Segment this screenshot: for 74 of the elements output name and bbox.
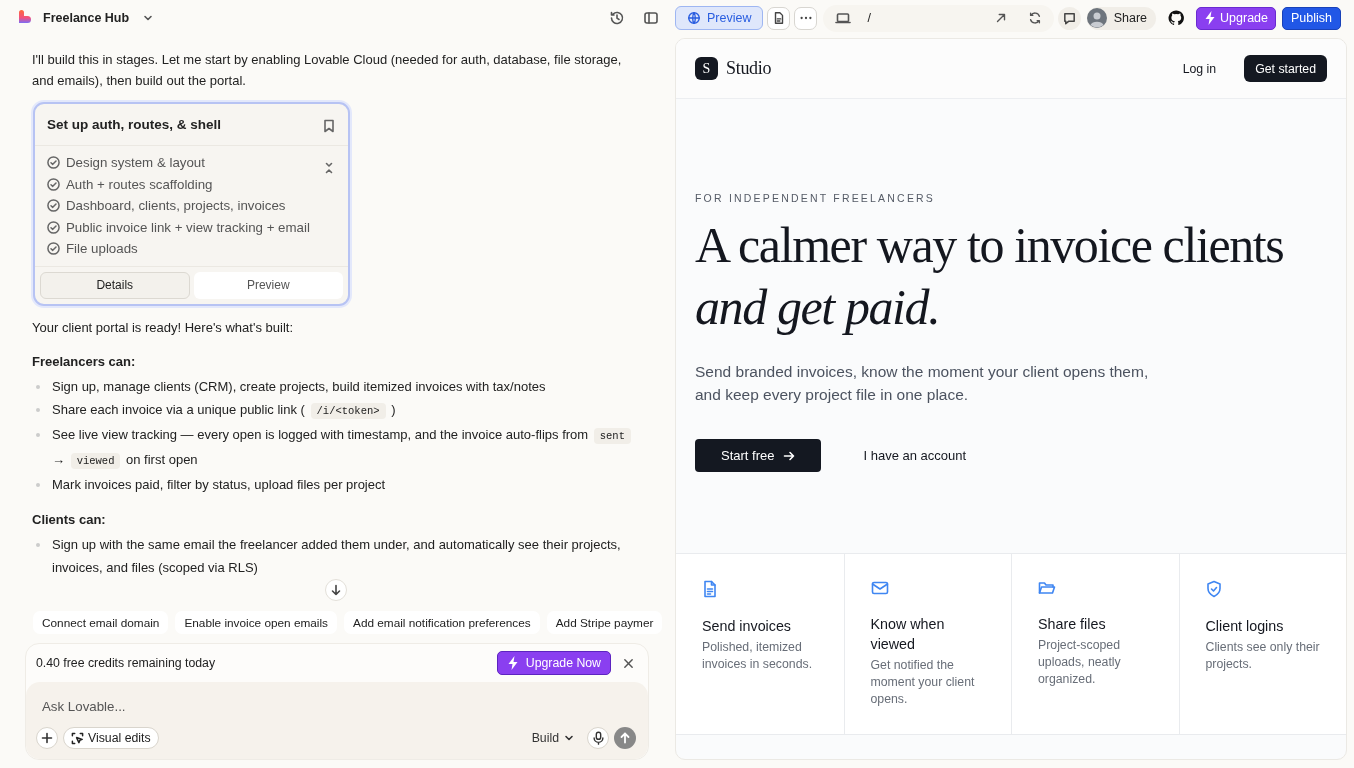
file-icon[interactable]	[767, 6, 791, 30]
feature-text: Clients see only their projects.	[1205, 639, 1320, 673]
bullet-text: Sign up with the same email the freelancer added them under, and automatically see their projects, invoices, and files (scoped via RLS)	[52, 535, 622, 577]
arrow-up-icon	[619, 732, 631, 744]
feature-title: Share files	[1038, 615, 1107, 634]
task-step: Auth + routes scaffolding	[66, 173, 213, 195]
url-path: /	[867, 11, 871, 25]
feature-text: Get notified the moment your client opens.	[870, 657, 976, 708]
scroll-down-button[interactable]	[325, 578, 347, 601]
task-step: Dashboard, clients, projects, invoices	[66, 195, 286, 217]
assistant-message: Your client portal is ready! Here's what's built:	[32, 318, 294, 337]
suggestion-chip[interactable]: Add email notification preferences	[344, 611, 540, 634]
upgrade-button[interactable]: Upgrade	[1196, 6, 1276, 30]
folder-icon	[1038, 580, 1056, 596]
suggestion-chip[interactable]: Enable invoice open emails	[175, 611, 337, 634]
bullet-text: Sign up, manage clients (CRM), create projects, build itemized invoices with tax/notes	[52, 377, 546, 396]
arrow-right-icon	[783, 449, 796, 462]
assistant-message: I'll build this in stages. Let me start by enabling Lovable Cloud (needed for auth, database, file storage, and emails), then build out the portal.	[32, 51, 623, 90]
envelope-icon	[870, 580, 889, 596]
task-step: Design system & layout	[66, 152, 205, 174]
add-button[interactable]	[36, 727, 58, 749]
brand-logo[interactable]: S	[695, 57, 718, 80]
lightning-icon	[506, 656, 520, 670]
share-button[interactable]: Share	[1086, 6, 1157, 30]
caret-icon	[564, 733, 574, 743]
bullet-text: See live view tracking — every open is logged with timestamp, and the invoice auto-flips from sent → viewed on first open	[52, 422, 643, 473]
hero-headline: A calmer way to invoice clients	[695, 216, 1285, 275]
bookmark-icon[interactable]	[323, 118, 335, 131]
feature-title: Send invoices	[702, 617, 792, 636]
credits-text: 0.40 free credits remaining today	[36, 654, 217, 672]
project-name[interactable]: Freelance Hub	[43, 11, 130, 25]
task-step: File uploads	[66, 238, 138, 260]
get-started-button[interactable]: Get started	[1244, 55, 1327, 82]
document-icon	[702, 580, 718, 598]
app-logo[interactable]	[17, 10, 33, 26]
feature-text: Project-scoped uploads, neatly organized.	[1038, 637, 1122, 688]
upgrade-now-button[interactable]: Upgrade Now	[496, 651, 611, 675]
task-title: Set up auth, routes, & shell	[47, 116, 222, 134]
login-link[interactable]: Log in	[1176, 60, 1223, 77]
shield-icon	[1205, 580, 1222, 598]
bullet-text: Mark invoices paid, filter by status, upload files per project	[52, 475, 386, 494]
chat-icon[interactable]	[1057, 6, 1081, 30]
suggestion-chip[interactable]: Add Stripe paymer	[546, 611, 663, 634]
feature-title: Know when viewed	[870, 615, 946, 654]
publish-button[interactable]: Publish	[1282, 6, 1341, 30]
feature-text: Polished, itemized invoices in seconds.	[702, 639, 814, 673]
card-tab[interactable]: Preview	[193, 271, 343, 299]
card-tab[interactable]: Details	[40, 271, 190, 299]
preview-tab[interactable]: Preview	[675, 6, 764, 30]
cursor-icon	[71, 731, 84, 745]
suggestion-chip[interactable]: Connect email domain	[33, 611, 169, 634]
feature-title: Client logins	[1205, 617, 1285, 636]
globe-icon	[687, 11, 701, 25]
prompt-field[interactable]: Ask Lovable...	[36, 694, 648, 719]
plus-icon	[41, 732, 53, 744]
avatar-icon	[1086, 8, 1107, 28]
start-free-button[interactable]: Start free	[695, 439, 822, 472]
visual-edits-button[interactable]: Visual edits	[63, 727, 159, 749]
arrow-down-icon	[330, 583, 342, 596]
task-step: Public invoice link + view tracking + email	[66, 216, 310, 238]
mode-dropdown[interactable]: Build	[531, 727, 574, 749]
brand-name[interactable]: Studio	[726, 58, 772, 79]
collapse-icon[interactable]	[324, 162, 334, 174]
section-heading: Freelancers can:	[32, 352, 137, 371]
send-button[interactable]	[614, 727, 636, 749]
bullet-text: Share each invoice via a unique public link ( /i/<token> )	[52, 400, 396, 421]
section-heading: Clients can:	[32, 510, 107, 529]
hero-headline: and get paid.	[695, 278, 941, 337]
eyebrow-text: FOR INDEPENDENT FREELANCERS	[695, 192, 937, 204]
hero-subtitle: Send branded invoices, know the moment your client opens them, and keep every project file in one place.	[695, 362, 1150, 405]
microphone-icon[interactable]	[587, 727, 609, 749]
address-bar[interactable]: /	[823, 4, 1054, 32]
prompt-box[interactable]: Ask Lovable... Visual edits Build	[26, 682, 648, 759]
account-link[interactable]: I have an account	[857, 447, 973, 464]
